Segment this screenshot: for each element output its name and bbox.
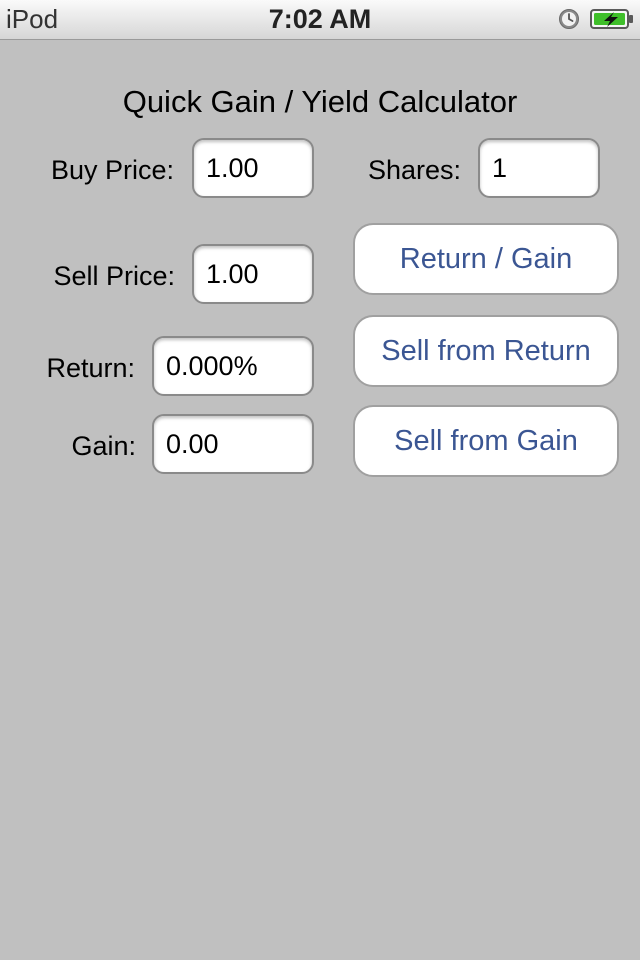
status-bar: iPod 7:02 AM [0, 0, 640, 40]
return-field[interactable] [152, 336, 314, 396]
gain-input[interactable] [166, 416, 304, 472]
return-gain-button[interactable]: Return / Gain [353, 223, 619, 295]
return-label: Return: [46, 353, 135, 383]
sell-from-return-button[interactable]: Sell from Return [353, 315, 619, 387]
shares-label: Shares: [367, 155, 461, 185]
sell-price-input[interactable] [206, 246, 304, 302]
sell-from-gain-button[interactable]: Sell from Gain [353, 405, 619, 477]
status-time: 7:02 AM [268, 4, 372, 34]
sell-price-label: Sell Price: [53, 261, 175, 291]
alarm-icon [559, 9, 579, 29]
buy-price-label: Buy Price: [50, 155, 174, 185]
shares-field[interactable] [478, 138, 600, 198]
gain-label: Gain: [71, 431, 136, 461]
battery-charging-icon [590, 9, 633, 29]
shares-input[interactable] [492, 140, 590, 196]
gain-field[interactable] [152, 414, 314, 474]
sell-price-field[interactable] [192, 244, 314, 304]
return-input[interactable] [166, 338, 304, 394]
buy-price-field[interactable] [192, 138, 314, 198]
page-title: Quick Gain / Yield Calculator [122, 84, 518, 119]
buy-price-input[interactable] [206, 140, 304, 196]
